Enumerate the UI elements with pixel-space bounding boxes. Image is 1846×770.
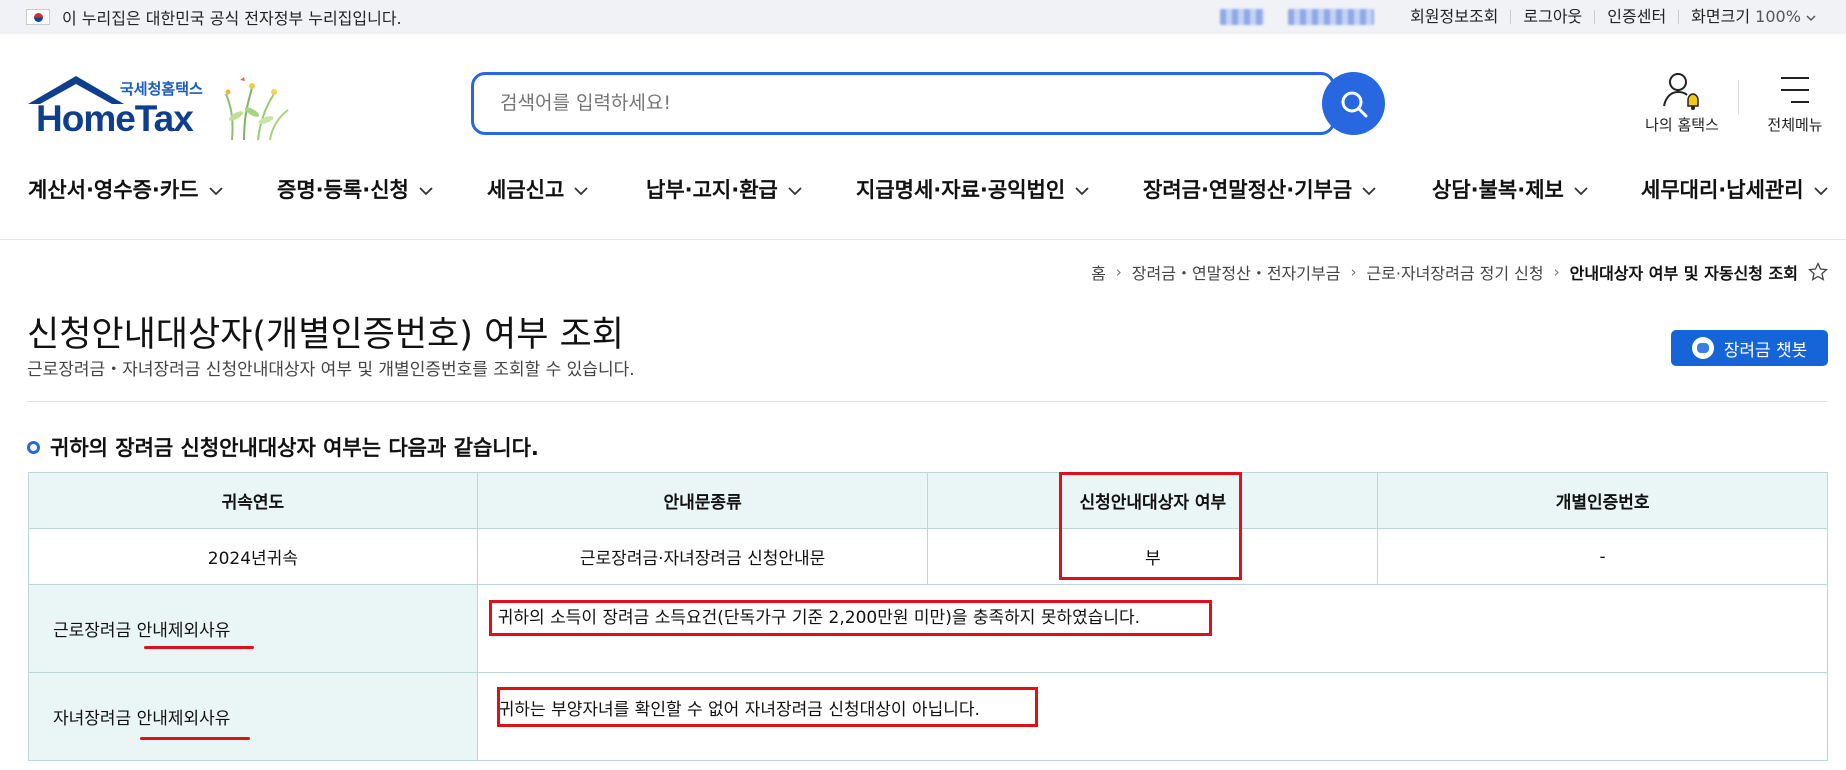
table-row: 2024년귀속 근로장려금·자녀장려금 신청안내문 부 - xyxy=(28,528,1828,585)
work-label-underline xyxy=(144,646,254,649)
nav-item-payment[interactable]: 납부·고지·환급 xyxy=(646,170,802,210)
chevron-down-icon xyxy=(1813,186,1828,195)
cell-auth-number: - xyxy=(1377,528,1828,585)
zoom-value: 100% xyxy=(1755,7,1801,26)
search-button[interactable] xyxy=(1322,72,1385,135)
child-label-underline xyxy=(140,737,250,740)
chevron-down-icon xyxy=(1075,186,1089,195)
circle-bullet-icon xyxy=(27,440,40,454)
user-bell-icon xyxy=(1663,73,1699,110)
my-hometax-button[interactable]: 나의 홈택스 xyxy=(1622,70,1742,135)
main-nav: 계산서·영수증·카드 증명·등록·신청 세금신고 납부·고지·환급 지급명세·자… xyxy=(0,170,1846,240)
nav-item-incentives[interactable]: 장려금·연말정산·기부금 xyxy=(1143,170,1376,210)
header-year: 귀속연도 xyxy=(28,472,478,529)
breadcrumb: 홈 › 장려금・연말정산・전자기부금 › 근로·자녀장려금 정기 신청 › 안내… xyxy=(1091,258,1828,286)
breadcrumb-regular-apply[interactable]: 근로·자녀장려금 정기 신청 xyxy=(1366,260,1543,284)
zoom-control[interactable]: 화면크기 100% xyxy=(1678,7,1828,26)
search-input[interactable] xyxy=(498,75,1278,132)
user-id-redacted xyxy=(1288,9,1375,25)
bookmark-star-icon[interactable] xyxy=(1808,262,1828,282)
result-section-title: 귀하의 장려금 신청안내대상자 여부는 다음과 같습니다. xyxy=(27,432,539,462)
chevron-down-icon xyxy=(788,186,802,195)
child-incentive-exclusion-label: 자녀장려금 안내제외사유 xyxy=(28,672,478,761)
work-reason-highlight-box xyxy=(489,600,1212,636)
section-title-text: 귀하의 장려금 신청안내대상자 여부는 다음과 같습니다. xyxy=(50,436,539,460)
cell-notice-type: 근로장려금·자녀장려금 신청안내문 xyxy=(476,528,929,585)
gov-notice-bar: 이 누리집은 대한민국 공식 전자정부 누리집입니다. 회원정보조회 로그아웃 … xyxy=(0,0,1846,34)
search-box xyxy=(471,72,1335,135)
nav-item-certificates[interactable]: 증명·등록·신청 xyxy=(277,170,433,210)
breadcrumb-separator: › xyxy=(1553,263,1560,281)
all-menu-button[interactable]: 전체메뉴 xyxy=(1750,70,1840,135)
hometax-logo[interactable]: 국세청홈택스 HomeTax xyxy=(26,74,296,142)
page-title: 신청안내대상자(개별인증번호) 여부 조회 xyxy=(27,315,624,355)
breadcrumb-separator: › xyxy=(1115,263,1122,281)
chevron-down-icon xyxy=(208,186,223,195)
nav-item-statements[interactable]: 지급명세·자료·공익법인 xyxy=(856,170,1089,210)
zoom-label: 화면크기 xyxy=(1691,7,1751,26)
chevron-down-icon xyxy=(574,186,588,195)
chatbot-icon xyxy=(1691,337,1714,359)
logout-link[interactable]: 로그아웃 xyxy=(1510,9,1594,25)
nav-item-consulting[interactable]: 상담·불복·제보 xyxy=(1432,170,1588,210)
gov-notice-text: 이 누리집은 대한민국 공식 전자정부 누리집입니다. xyxy=(62,9,402,28)
page-description: 근로장려금・자녀장려금 신청안내대상자 여부 및 개별인증번호를 조회할 수 있… xyxy=(27,360,635,380)
breadcrumb-current: 안내대상자 여부 및 자동신청 조회 xyxy=(1569,264,1798,283)
section-divider xyxy=(27,401,1827,402)
work-incentive-exclusion-label: 근로장려금 안내제외사유 xyxy=(28,584,478,673)
search-icon xyxy=(1341,91,1367,117)
chevron-down-icon xyxy=(1574,186,1588,195)
cell-year: 2024년귀속 xyxy=(28,528,478,585)
incentive-chatbot-button[interactable]: 장려금 챗봇 xyxy=(1671,330,1828,366)
logo-title: HomeTax xyxy=(36,98,194,139)
plant-decoration-icon xyxy=(225,77,289,141)
korea-flag-icon xyxy=(26,9,50,25)
nav-item-invoices[interactable]: 계산서·영수증·카드 xyxy=(28,170,223,210)
all-menu-label: 전체메뉴 xyxy=(1767,116,1823,134)
breadcrumb-home[interactable]: 홈 xyxy=(1091,260,1106,284)
chevron-down-icon xyxy=(1806,15,1816,22)
child-reason-highlight-box xyxy=(497,687,1038,727)
eligibility-highlight-box xyxy=(1059,472,1242,580)
auth-center-link[interactable]: 인증센터 xyxy=(1594,9,1678,25)
nav-item-tax-filing[interactable]: 세금신고 xyxy=(487,170,588,210)
hamburger-menu-icon xyxy=(1781,77,1809,103)
logo-subtitle: 국세청홈택스 xyxy=(120,80,203,98)
chevron-down-icon xyxy=(1362,186,1376,195)
user-name-redacted xyxy=(1220,9,1265,25)
header-notice-type: 안내문종류 xyxy=(476,472,929,529)
member-info-link[interactable]: 회원정보조회 xyxy=(1398,9,1510,25)
chevron-down-icon xyxy=(419,186,433,195)
chatbot-label: 장려금 챗봇 xyxy=(1723,340,1808,361)
breadcrumb-incentives[interactable]: 장려금・연말정산・전자기부금 xyxy=(1132,260,1341,284)
breadcrumb-separator: › xyxy=(1350,263,1357,281)
nav-item-tax-agent[interactable]: 세무대리·납세관리 xyxy=(1641,170,1828,210)
header-auth-number: 개별인증번호 xyxy=(1377,472,1828,529)
my-hometax-label: 나의 홈택스 xyxy=(1645,116,1719,134)
header-divider xyxy=(1738,80,1739,114)
